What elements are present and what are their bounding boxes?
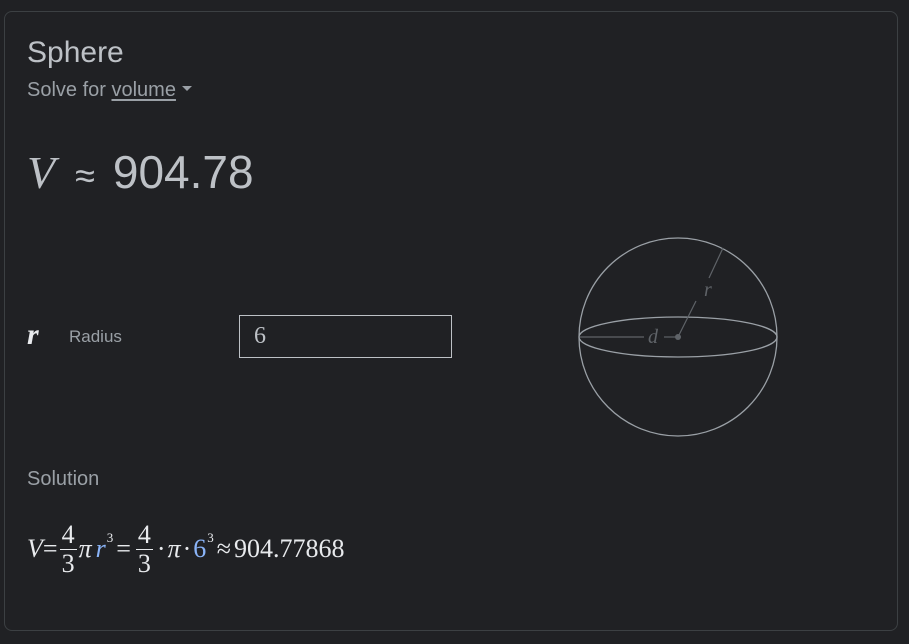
formula-fraction-1: 4 3 <box>59 519 77 578</box>
formula-fraction-2: 4 3 <box>135 519 153 578</box>
diagram-radius-label: r <box>704 279 712 301</box>
result-approx-symbol: ≈ <box>75 155 95 196</box>
calculator-title: Sphere <box>27 36 124 69</box>
fraction-denominator: 3 <box>137 548 151 578</box>
formula-radius-value: 6 <box>193 534 207 563</box>
radius-label: Radius <box>69 327 122 346</box>
formula-approx: ≈ <box>216 534 232 563</box>
formula-lhs: V <box>27 534 43 563</box>
fraction-numerator: 4 <box>59 519 77 550</box>
diagram-diameter-label: d <box>648 326 659 348</box>
formula-pi-2: π <box>167 534 181 563</box>
radius-symbol: r <box>27 318 39 351</box>
solution-heading: Solution <box>27 468 100 490</box>
result-value: 904.78 <box>112 146 254 198</box>
formula-dot-1: · <box>156 534 166 563</box>
caret-down-icon[interactable] <box>181 86 192 92</box>
sphere-diagram: r d <box>578 237 778 437</box>
formula-r: r <box>95 534 106 563</box>
solve-for-dropdown[interactable]: volume <box>111 79 192 101</box>
formula-pi-1: π <box>78 534 92 563</box>
formula-equals-2: = <box>116 534 131 563</box>
solve-for-prefix: Solve for <box>27 79 112 101</box>
result-display: V ≈904.78 <box>27 145 254 201</box>
radius-line-lower <box>677 300 697 338</box>
radius-input[interactable] <box>239 315 452 358</box>
radius-line-upper <box>708 247 724 279</box>
fraction-denominator: 3 <box>61 548 75 578</box>
sphere-center-point <box>675 334 681 340</box>
solution-formula: V = 4 3 π r3 = 4 3 · π · 63 ≈ 904.77868 <box>27 514 345 584</box>
formula-result: 904.77868 <box>234 534 345 563</box>
fraction-numerator: 4 <box>135 519 153 550</box>
solve-for-row: Solve for volume <box>27 77 192 103</box>
formula-exponent-1: 3 <box>106 530 114 545</box>
solve-for-value[interactable]: volume <box>111 79 175 101</box>
formula-exponent-2: 3 <box>207 530 214 545</box>
result-variable: V <box>27 147 56 198</box>
formula-dot-2: · <box>182 534 192 563</box>
formula-equals-1: = <box>42 534 58 563</box>
